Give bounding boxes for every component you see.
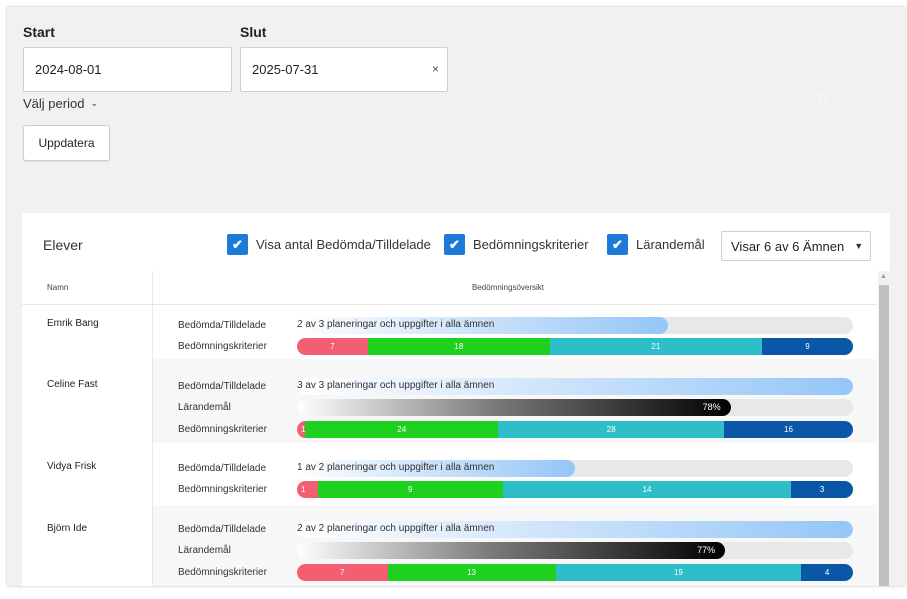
assessed-row: Bedömda/Tilldelade 3 av 3 planeringar oc… <box>153 378 877 396</box>
criteria-segment: 18 <box>367 338 550 355</box>
clear-icon[interactable]: × <box>432 62 439 76</box>
criteria-segment: 7 <box>297 338 368 355</box>
checkmark-icon: ✔ <box>607 234 628 255</box>
students-panel: Elever ✔ Visa antal Bedömda/Tilldelade ✔… <box>22 213 890 586</box>
checkbox-goals[interactable]: ✔ Lärandemål <box>607 234 705 255</box>
period-selector[interactable]: Välj period ⌄ <box>23 96 98 111</box>
assessed-row: Bedömda/Tilldelade 2 av 2 planeringar oc… <box>153 521 877 539</box>
criteria-segment: 13 <box>387 564 556 581</box>
criteria-bar: 1 24 28 16 <box>297 421 853 438</box>
start-date-input[interactable]: 2024-08-01 <box>23 47 232 92</box>
criteria-segment: 7 <box>297 564 388 581</box>
row-label: Bedömningskriterier <box>178 484 267 495</box>
student-name: Celine Fast <box>47 379 98 390</box>
period-label: Välj period <box>23 96 85 111</box>
chevron-down-icon: ⌄ <box>90 98 98 108</box>
criteria-segment: 1 <box>297 421 305 438</box>
column-header-name: Namn <box>47 283 69 292</box>
end-date-value: 2025-07-31 <box>252 62 319 77</box>
end-date-input[interactable]: 2025-07-31 × <box>240 47 448 92</box>
criteria-row: Bedömningskriterier 7 13 19 4 <box>153 564 877 582</box>
student-name: Björn Ide <box>47 523 88 534</box>
checkbox-show-assessed[interactable]: ✔ Visa antal Bedömda/Tilldelade <box>227 234 431 255</box>
row-label: Bedömda/Tilldelade <box>178 463 267 474</box>
criteria-segment: 28 <box>498 421 725 438</box>
student-row: Björn Ide Bedömda/Tilldelade 2 av 2 plan… <box>22 505 877 586</box>
criteria-segment: 19 <box>555 564 802 581</box>
row-label: Lärandemål <box>178 545 231 556</box>
checkmark-icon: ✔ <box>227 234 248 255</box>
goals-percent: 77% <box>697 545 716 555</box>
assessed-row: Bedömda/Tilldelade 1 av 2 planeringar oc… <box>153 460 877 478</box>
row-label: Bedömningskriterier <box>178 341 267 352</box>
student-name: Vidya Frisk <box>47 461 97 472</box>
criteria-row: Bedömningskriterier 1 24 28 16 <box>153 421 877 439</box>
checkbox-label: Visa antal Bedömda/Tilldelade <box>256 237 431 252</box>
goals-fill <box>297 542 726 559</box>
row-label: Lärandemål <box>178 402 231 413</box>
row-label: Bedömningskriterier <box>178 567 267 578</box>
criteria-segment: 14 <box>502 481 792 498</box>
column-header-overview: Bedömningsöversikt <box>471 283 545 292</box>
checkbox-label: Bedömningskriterier <box>473 237 589 252</box>
assessed-text: 2 av 2 planeringar och uppgifter i alla … <box>297 523 495 534</box>
criteria-segment: 24 <box>305 421 499 438</box>
goals-row: Lärandemål 78% <box>153 399 877 417</box>
start-label: Start <box>23 24 55 40</box>
criteria-segment: 1 <box>297 481 318 498</box>
goals-bar: 78% <box>297 399 853 416</box>
checkbox-label: Lärandemål <box>636 237 705 252</box>
criteria-segment: 21 <box>549 338 762 355</box>
criteria-segment: 16 <box>724 421 853 438</box>
scroll-up-icon[interactable]: ▲ <box>880 273 887 280</box>
criteria-row: Bedömningskriterier 7 18 21 9 <box>153 338 877 356</box>
criteria-bar: 1 9 14 3 <box>297 481 853 498</box>
assessed-bar: 2 av 3 planeringar och uppgifter i alla … <box>297 317 853 334</box>
criteria-row: Bedömningskriterier 1 9 14 3 <box>153 481 877 499</box>
panel-title: Elever <box>43 237 83 253</box>
assessed-text: 3 av 3 planeringar och uppgifter i alla … <box>297 380 495 391</box>
assessed-row: Bedömda/Tilldelade 2 av 3 planeringar oc… <box>153 317 877 335</box>
goals-fill <box>297 399 731 416</box>
row-label: Bedömda/Tilldelade <box>178 320 267 331</box>
checkmark-icon: ✔ <box>444 234 465 255</box>
assessed-bar: 1 av 2 planeringar och uppgifter i alla … <box>297 460 853 477</box>
row-label: Bedömda/Tilldelade <box>178 524 267 535</box>
row-label: Bedömda/Tilldelade <box>178 381 267 392</box>
criteria-segment: 9 <box>317 481 503 498</box>
subjects-dropdown[interactable]: Visar 6 av 6 Ämnen ▼ <box>721 231 871 261</box>
assessed-text: 2 av 3 planeringar och uppgifter i alla … <box>297 319 495 330</box>
ghost-letter: D <box>818 90 829 106</box>
student-row: Celine Fast Bedömda/Tilldelade 3 av 3 pl… <box>22 359 877 443</box>
app-frame: Start 2024-08-01 Slut 2025-07-31 × Välj … <box>7 7 905 586</box>
criteria-bar: 7 13 19 4 <box>297 564 853 581</box>
dropdown-label: Visar 6 av 6 Ämnen <box>731 238 845 254</box>
goals-row: Lärandemål 77% <box>153 542 877 560</box>
student-row: Emrik Bang Bedömda/Tilldelade 2 av 3 pla… <box>22 305 877 359</box>
goals-bar: 77% <box>297 542 853 559</box>
assessed-text: 1 av 2 planeringar och uppgifter i alla … <box>297 462 495 473</box>
update-button[interactable]: Uppdatera <box>23 125 110 161</box>
goals-percent: 78% <box>702 402 721 412</box>
checkbox-criteria[interactable]: ✔ Bedömningskriterier <box>444 234 589 255</box>
scrollbar-thumb[interactable] <box>879 285 889 586</box>
criteria-segment: 3 <box>791 481 853 498</box>
assessed-bar: 3 av 3 planeringar och uppgifter i alla … <box>297 378 853 395</box>
assessed-bar: 2 av 2 planeringar och uppgifter i alla … <box>297 521 853 538</box>
criteria-bar: 7 18 21 9 <box>297 338 853 355</box>
student-name: Emrik Bang <box>47 318 99 329</box>
caret-down-icon: ▼ <box>854 241 864 251</box>
criteria-segment: 4 <box>801 564 853 581</box>
row-label: Bedömningskriterier <box>178 424 267 435</box>
criteria-segment: 9 <box>761 338 853 355</box>
end-label: Slut <box>240 24 267 40</box>
student-row: Vidya Frisk Bedömda/Tilldelade 1 av 2 pl… <box>22 443 877 505</box>
